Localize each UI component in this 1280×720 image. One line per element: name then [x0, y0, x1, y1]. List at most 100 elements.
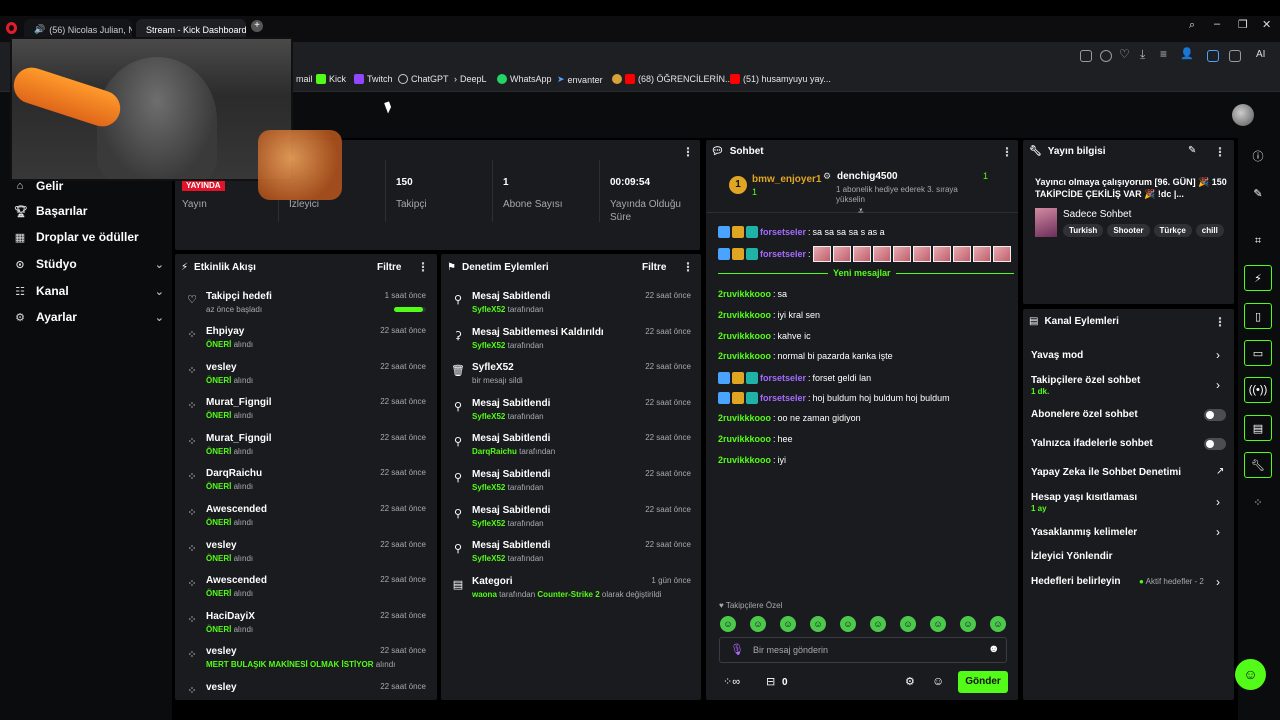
chevron-right-icon[interactable]: ›	[1216, 348, 1220, 362]
edit-icon[interactable]: ✎	[1188, 145, 1196, 156]
subs-chat-toggle[interactable]	[1204, 409, 1226, 421]
sidebar-item-gelir[interactable]: ⌂ Gelir	[14, 179, 164, 193]
more-options-icon[interactable]: ⋮	[682, 260, 694, 274]
infinity-icon[interactable]: ⁘∞	[723, 675, 740, 688]
moderation-row[interactable]: 🗑︎ SyfleX52 bir mesajı sildi 22 saat önce	[451, 362, 691, 396]
chat-username[interactable]: 2ruvikkkooo	[718, 413, 771, 423]
more-options-icon[interactable]: ⋮	[1214, 145, 1226, 159]
bookmark-whatsapp[interactable]: WhatsApp	[497, 74, 552, 84]
raid-option[interactable]: İzleyici Yönlendir	[1031, 551, 1113, 562]
download-icon[interactable]: ⤓	[1140, 47, 1145, 62]
quick-action-users[interactable]: ⁘	[1244, 489, 1272, 515]
account-age-option[interactable]: Hesap yaşı kısıtlaması	[1031, 492, 1137, 503]
emote-icon[interactable]: ☺	[900, 616, 916, 632]
follower-goal-row[interactable]: ♡ Takipçi hedefi az önce başladı 1 saat …	[185, 291, 426, 325]
moderation-row[interactable]: ⚲ Mesaj Sabitlendi SyfleX52 tarafından 22 s…	[451, 469, 691, 503]
quick-action-bolt[interactable]: ⚡︎	[1244, 265, 1272, 291]
more-options-icon[interactable]: ⋮	[1214, 315, 1226, 329]
chat-username[interactable]: forsetseler	[760, 227, 806, 237]
slow-mode-option[interactable]: Yavaş mod	[1031, 350, 1083, 361]
moderation-row[interactable]: ⚲ Mesaj Sabitlendi SyfleX52 tarafından 22 s…	[451, 398, 691, 432]
activity-row[interactable]: ⁘ vesley ÖNERİ alındı 22 saat önce	[185, 362, 426, 396]
emote-icon[interactable]: ☺	[930, 616, 946, 632]
capture-button[interactable]: ⌗	[1244, 228, 1272, 254]
emote-icon[interactable]: ☺	[810, 616, 826, 632]
microphone-icon[interactable]: 🎙︎	[730, 643, 744, 656]
sidebar-item-droplar[interactable]: ▦ Droplar ve ödüller	[14, 230, 164, 244]
new-messages-label[interactable]: Yeni mesajlar	[828, 268, 896, 278]
chevron-right-icon[interactable]: ›	[1216, 575, 1220, 589]
stream-category[interactable]: Sadece Sohbet	[1063, 209, 1131, 220]
more-options-icon[interactable]: ⋮	[1001, 145, 1013, 159]
emote-icon[interactable]: ☺	[780, 616, 796, 632]
top-gifter-name[interactable]: bmw_enjoyer1	[752, 174, 821, 185]
ai-button[interactable]: AI	[1256, 49, 1265, 60]
activity-row[interactable]: ⁘ Awescended ÖNERİ alındı 22 saat önce	[185, 575, 426, 609]
bookmark-deepl[interactable]: › DeepL	[454, 74, 487, 84]
tag-pill[interactable]: Türkçe	[1153, 224, 1192, 237]
goals-option[interactable]: Hedefleri belirleyin	[1031, 576, 1120, 587]
profile-icon[interactable]: 👤	[1180, 47, 1194, 60]
quick-action-notes[interactable]: ▯	[1244, 303, 1272, 329]
scroll-down-icon[interactable]: ⩡	[858, 206, 864, 217]
sidebar-item-basarilar[interactable]: 🏆︎ Başarılar	[14, 204, 164, 218]
moderation-row[interactable]: ⚲ Mesaj Sabitlendi SyfleX52 tarafından 22 s…	[451, 291, 691, 325]
sidebar-item-kanal[interactable]: ☷ Kanal ⌄	[14, 284, 164, 298]
bookmark-kick[interactable]: Kick	[316, 74, 346, 84]
activity-row[interactable]: ⁘ HaciDayiX ÖNERİ alındı 22 saat önce	[185, 611, 426, 645]
moderation-row[interactable]: ⚲ Mesaj Sabitlendi SyfleX52 tarafından 22 s…	[451, 505, 691, 539]
emote-icon[interactable]: ☺	[750, 616, 766, 632]
emote-icon[interactable]: ☺	[720, 616, 736, 632]
filter-button[interactable]: Filtre	[642, 262, 666, 273]
chevron-down-icon[interactable]: ⌄	[155, 311, 164, 324]
quick-action-ads[interactable]: ▤	[1244, 415, 1272, 441]
chevron-right-icon[interactable]: ›	[1216, 525, 1220, 539]
maximize-icon[interactable]: ❐	[1238, 18, 1248, 31]
camera-icon[interactable]	[1080, 50, 1092, 62]
activity-row[interactable]: ⁘ vesley ÖNERİ alındı 22 saat önce	[185, 540, 426, 574]
shield-icon[interactable]	[1100, 50, 1112, 62]
chevron-down-icon[interactable]: ⌄	[155, 258, 164, 271]
more-options-icon[interactable]: ⋮	[417, 260, 429, 274]
heart-icon[interactable]: ♡	[1119, 47, 1130, 61]
moderation-row[interactable]: ⚲ Mesaj Sabitlendi SyfleX52 tarafından 22 s…	[451, 540, 691, 574]
filter-button[interactable]: Filtre	[377, 262, 401, 273]
activity-row[interactable]: ⁘ Ehpiyay ÖNERİ alındı 22 saat önce	[185, 326, 426, 360]
menu-icon[interactable]: ≡	[1160, 47, 1167, 61]
send-button[interactable]: Gönder	[958, 671, 1008, 693]
avatar[interactable]	[1232, 104, 1254, 126]
speaker-icon[interactable]: 🔊	[34, 24, 45, 35]
bookmark-mail[interactable]: mail	[296, 74, 313, 84]
support-chat-button[interactable]: ☺	[1235, 659, 1266, 690]
bookmark-husamyuyu[interactable]: (51) husamyuyu yay...	[730, 74, 831, 84]
new-tab-plus-icon[interactable]: +	[251, 20, 263, 32]
sidebar-item-ayarlar[interactable]: ⚙ Ayarlar ⌄	[14, 310, 164, 324]
edit-button[interactable]: ✎	[1244, 180, 1272, 206]
emotes-chat-toggle[interactable]	[1204, 438, 1226, 450]
gifter2-name[interactable]: denchig4500	[837, 171, 898, 182]
chat-username[interactable]: 2ruvikkkooo	[718, 310, 771, 320]
quick-action-broadcast[interactable]: ((•))	[1244, 377, 1272, 403]
minimize-icon[interactable]: –	[1214, 18, 1220, 30]
ai-moderation-option[interactable]: Yapay Zeka ile Sohbet Denetimi	[1031, 467, 1181, 478]
chat-username[interactable]: 2ruvikkkooo	[718, 331, 771, 341]
quick-action-tools[interactable]: 🔧︎	[1244, 452, 1272, 478]
chat-username[interactable]: 2ruvikkkooo	[718, 289, 771, 299]
emote-icon[interactable]: ☺	[990, 616, 1006, 632]
bookmark-envanter[interactable]: ➤ envanter	[557, 74, 603, 85]
extension-icon[interactable]	[1207, 50, 1219, 62]
activity-row[interactable]: ⁘ DarqRaichu ÖNERİ alındı 22 saat önce	[185, 468, 426, 502]
chat-settings-icon[interactable]: ⚙	[905, 675, 915, 688]
chat-username[interactable]: forsetseler	[760, 373, 806, 383]
emote-icon[interactable]: ☺	[870, 616, 886, 632]
emoji-icon[interactable]: ☻	[988, 643, 1000, 655]
tag-pill[interactable]: Shooter	[1107, 224, 1150, 237]
activity-row[interactable]: ⁘ Murat_Figngil ÖNERİ alındı 22 saat önce	[185, 397, 426, 431]
search-icon[interactable]: ⌕	[1189, 19, 1195, 32]
followers-chat-option[interactable]: Takipçilere özel sohbet	[1031, 375, 1140, 386]
chevron-right-icon[interactable]: ›	[1216, 495, 1220, 509]
emote-icon[interactable]: ☺	[840, 616, 856, 632]
emote-picker-icon[interactable]: ☺	[932, 674, 944, 688]
close-icon[interactable]: ✕	[1262, 18, 1271, 31]
cube-icon[interactable]	[1229, 50, 1241, 62]
